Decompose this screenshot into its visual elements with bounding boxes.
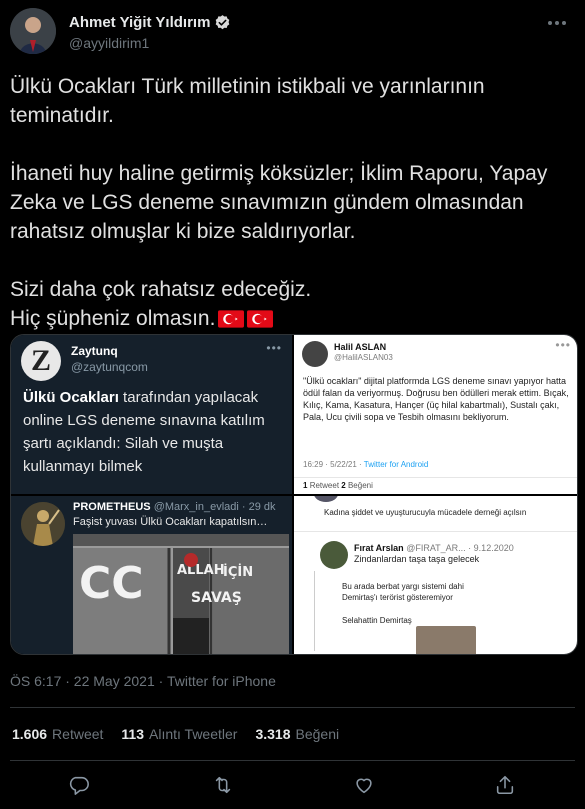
retweet-count-label: Retweet [52, 726, 104, 742]
screenshot-line-2a: Bu arada berbat yargı sistemi dahi [342, 582, 464, 591]
more-options-icon[interactable] [545, 16, 569, 30]
more-icon: ••• [266, 341, 282, 355]
screenshot-like-label: Beğeni [347, 481, 373, 490]
screenshot-meta: 16:29 · 5/22/21 · Twitter for Android [303, 460, 428, 469]
screenshot-line-3: Selahattin Demirtaş [342, 616, 412, 625]
tweet-text: Ülkü Ocakları Türk milletinin istikbali … [10, 72, 580, 333]
media-image-2[interactable]: Halil ASLAN @HalilASLAN03 ••• "Ülkü ocak… [294, 335, 577, 494]
thread-line [314, 571, 315, 651]
divider [10, 707, 575, 708]
screenshot-line-2: Bu arada berbat yargı sistemi dahi Demirt… [342, 581, 464, 603]
screenshot-author-handle: @HalilASLAN03 [334, 353, 393, 362]
author-name[interactable]: Ahmet Yiğit Yıldırım [69, 14, 210, 31]
retweet-count-value: 1.606 [12, 726, 48, 742]
more-icon: ••• [555, 338, 571, 352]
screenshot-author-row: Fırat Arslan @FIRAT_AR... · 9.12.2020 [354, 543, 514, 553]
screenshot-tweet-text: Ülkü Ocakları tarafından yapılacak onlin… [23, 386, 288, 478]
screenshot-retweet-label: Retweet [309, 481, 340, 490]
like-count-value: 3.318 [255, 726, 291, 742]
screenshot-top-reply: Kadına şiddet ve uyuşturucuyla mücadele … [294, 496, 577, 532]
screenshot-avatar [314, 496, 338, 502]
screenshot-retweet-count: 1 [303, 481, 308, 490]
share-icon[interactable] [494, 774, 518, 798]
screenshot-avatar [21, 502, 65, 546]
turkey-flag-icon [247, 310, 274, 329]
divider [10, 760, 575, 761]
screenshot-author-name: Halil ASLAN [334, 342, 387, 352]
screenshot-author-handle: @FIRAT_AR... · 9.12.2020 [406, 543, 514, 553]
graffiti-text-cc: CC [79, 558, 144, 609]
tweet-paragraph: Sizi daha çok rahatsız edeceğiz. [10, 278, 312, 301]
screenshot-author-name: Zaytunq [71, 344, 118, 358]
graffiti-photo: CC ALLAH İÇİN SAVAŞ [73, 534, 289, 654]
like-icon[interactable] [353, 774, 377, 798]
tweet-paragraph-last: Hiç şüpheniz olmasın. [10, 304, 580, 333]
like-count[interactable]: 3.318 Beğeni [255, 726, 339, 742]
screenshot-author-name: Fırat Arslan [354, 543, 404, 553]
quote-count-value: 113 [121, 726, 144, 742]
graffiti-text-savas: SAVAŞ [191, 590, 242, 606]
screenshot-author-handle: @zaytunqcom [71, 360, 148, 374]
verified-badge-icon [216, 15, 230, 30]
turkey-flag-icon [218, 310, 245, 329]
retweet-icon[interactable] [212, 774, 236, 798]
author-info: Ahmet Yiğit Yıldırım @ayyildirim1 [69, 14, 231, 51]
like-count-label: Beğeni [295, 726, 340, 742]
screenshot-reply-text: Kadına şiddet ve uyuşturucuyla mücadele … [324, 508, 527, 517]
author-handle[interactable]: @ayyildirim1 [69, 35, 231, 51]
media-image-1[interactable]: Z Zaytunq @zaytunqcom ••• Ülkü Ocakları … [11, 335, 292, 494]
screenshot-client: Twitter for Android [363, 460, 429, 469]
media-image-4[interactable]: Kadına şiddet ve uyuşturucuyla mücadele … [294, 496, 577, 654]
screenshot-like-count: 2 [341, 481, 346, 490]
quote-count-label: Alıntı Tweetler [149, 726, 238, 742]
screenshot-author-name: PROMETHEUS [73, 501, 151, 513]
screenshot-bold-text: Ülkü Ocakları [23, 389, 119, 406]
zaytunq-logo: Z [21, 341, 61, 381]
engagement-stats: 1.606 Retweet 113 Alıntı Tweetler 3.318 Beğ… [12, 726, 339, 742]
media-image-3[interactable]: PROMETHEUS @Marx_in_evladi · 29 dk Faşis… [11, 496, 292, 654]
action-bar [10, 768, 575, 804]
tweet-header: Ahmet Yiğit Yıldırım @ayyildirim1 [10, 8, 575, 58]
graffiti-text-icin: İÇİN [223, 564, 253, 580]
screenshot-stats: 1 Retweet 2 Beğeni [294, 477, 577, 493]
screenshot-tweet-text: "Ülkü ocakları" dijital platformda LGS d… [303, 376, 569, 422]
tweet-paragraph: Ülkü Ocakları Türk milletinin istikbali … [10, 75, 485, 127]
screenshot-time: 16:29 · 5/22/21 · [303, 460, 364, 469]
screenshot-tweet-text: Faşist yuvası Ülkü Ocakları kapatılsın… [73, 516, 268, 528]
graffiti-text-allah: ALLAH [177, 563, 225, 578]
retweet-count[interactable]: 1.606 Retweet [12, 726, 103, 742]
reply-icon[interactable] [68, 774, 92, 798]
screenshot-author-row: PROMETHEUS @Marx_in_evladi · 29 dk [73, 501, 276, 513]
screenshot-line-1: Zindanlardan taşa taşa gelecek [354, 554, 480, 564]
quote-count[interactable]: 113 Alıntı Tweetler [121, 726, 237, 742]
tweet-timestamp[interactable]: ÖS 6:17 · 22 May 2021 · Twitter for iPho… [10, 673, 276, 689]
tweet-paragraph-text: Hiç şüpheniz olmasın. [10, 307, 216, 330]
screenshot-avatar [302, 341, 328, 367]
author-name-row[interactable]: Ahmet Yiğit Yıldırım [69, 14, 231, 31]
screenshot-avatar [320, 541, 348, 569]
avatar[interactable] [10, 8, 56, 54]
screenshot-photo [416, 626, 476, 654]
tweet-paragraph: İhaneti huy haline getirmiş köksüzler; İ… [10, 162, 548, 243]
screenshot-author-handle: @Marx_in_evladi · 29 dk [153, 501, 276, 513]
screenshot-line-2b: Demirtaş'ı terörist gösteremiyor [342, 593, 453, 602]
media-grid: Z Zaytunq @zaytunqcom ••• Ülkü Ocakları … [10, 334, 578, 655]
